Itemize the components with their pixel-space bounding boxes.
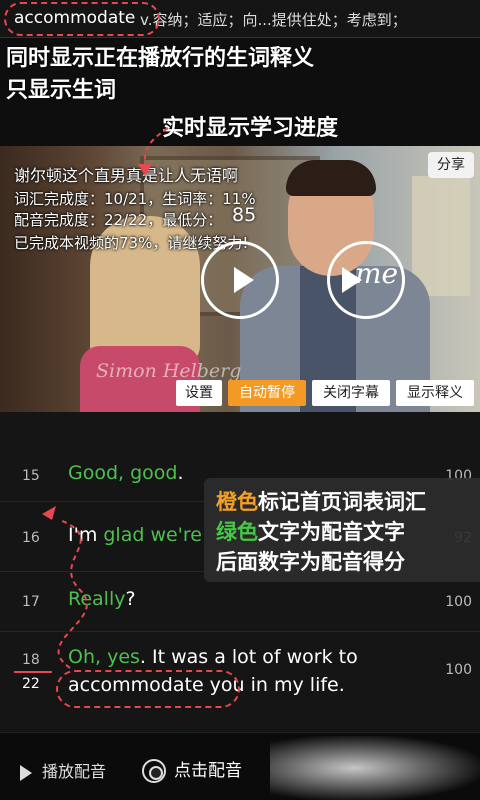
dub-score: 100 [445, 662, 472, 678]
record-icon [142, 759, 166, 783]
dub-completion: 配音完成度：22/22，最低分： [14, 211, 223, 229]
decorative-smudge [270, 736, 480, 800]
line-index: 17 [22, 594, 40, 610]
subtitle-text: I'm glad we're [68, 524, 202, 546]
lowest-score: 85 [232, 204, 257, 226]
settings-button[interactable]: 设置 [176, 380, 222, 406]
play-original-button[interactable] [201, 241, 279, 319]
word-definition: v.容纳；适应；向...提供住处；考虑到； [140, 11, 407, 29]
show-definition-button[interactable]: 显示释义 [396, 380, 474, 406]
close-subtitle-button[interactable]: 关闭字幕 [312, 380, 390, 406]
vocab-completion: 词汇完成度：10/21，生词率：11% [14, 190, 256, 208]
play-dub-button[interactable]: 播放配音 [20, 758, 106, 782]
line-index: 15 [22, 468, 40, 484]
record-dub-button[interactable]: 点击配音 [142, 756, 242, 783]
line-total: 22 [22, 676, 40, 692]
dub-score: 100 [445, 594, 472, 610]
auto-pause-button[interactable]: 自动暂停 [228, 380, 306, 406]
annotation-line2: 只显示生词 [6, 78, 117, 103]
play-icon [20, 764, 32, 781]
annotation-dashed-circle-word [4, 2, 160, 36]
scene-bulletin-board [412, 176, 470, 296]
annotation-note-line2: 绿色文字为配音文字 [216, 520, 405, 544]
annotation-note-line1: 橙色标记首页词表词汇 [216, 490, 426, 514]
share-button[interactable]: 分享 [428, 152, 474, 178]
play-dub-label: 播放配音 [42, 762, 107, 781]
me-label: me [355, 257, 399, 290]
line-index: 18 [22, 652, 40, 668]
annotation-line3: 实时显示学习进度 [162, 116, 339, 141]
annotation-note-line3: 后面数字为配音得分 [216, 550, 405, 574]
subtitle-text: Good, good. [68, 462, 184, 484]
scene-character-right-hair [286, 160, 376, 196]
play-icon [234, 267, 254, 293]
subtitle-text: Really? [68, 588, 136, 610]
video-stats-title: 谢尔顿这个直男真是让人无语啊 [14, 166, 239, 185]
record-dub-label: 点击配音 [174, 761, 242, 781]
line-index: 16 [22, 530, 40, 546]
annotation-line1: 同时显示正在播放行的生词释义 [6, 46, 315, 71]
subtitle-text: Oh, yes. It was a lot of work to [68, 646, 358, 668]
video-credit-text: Simon Helberg [96, 360, 242, 382]
annotation-dashed-circle-accommodate [56, 670, 240, 708]
